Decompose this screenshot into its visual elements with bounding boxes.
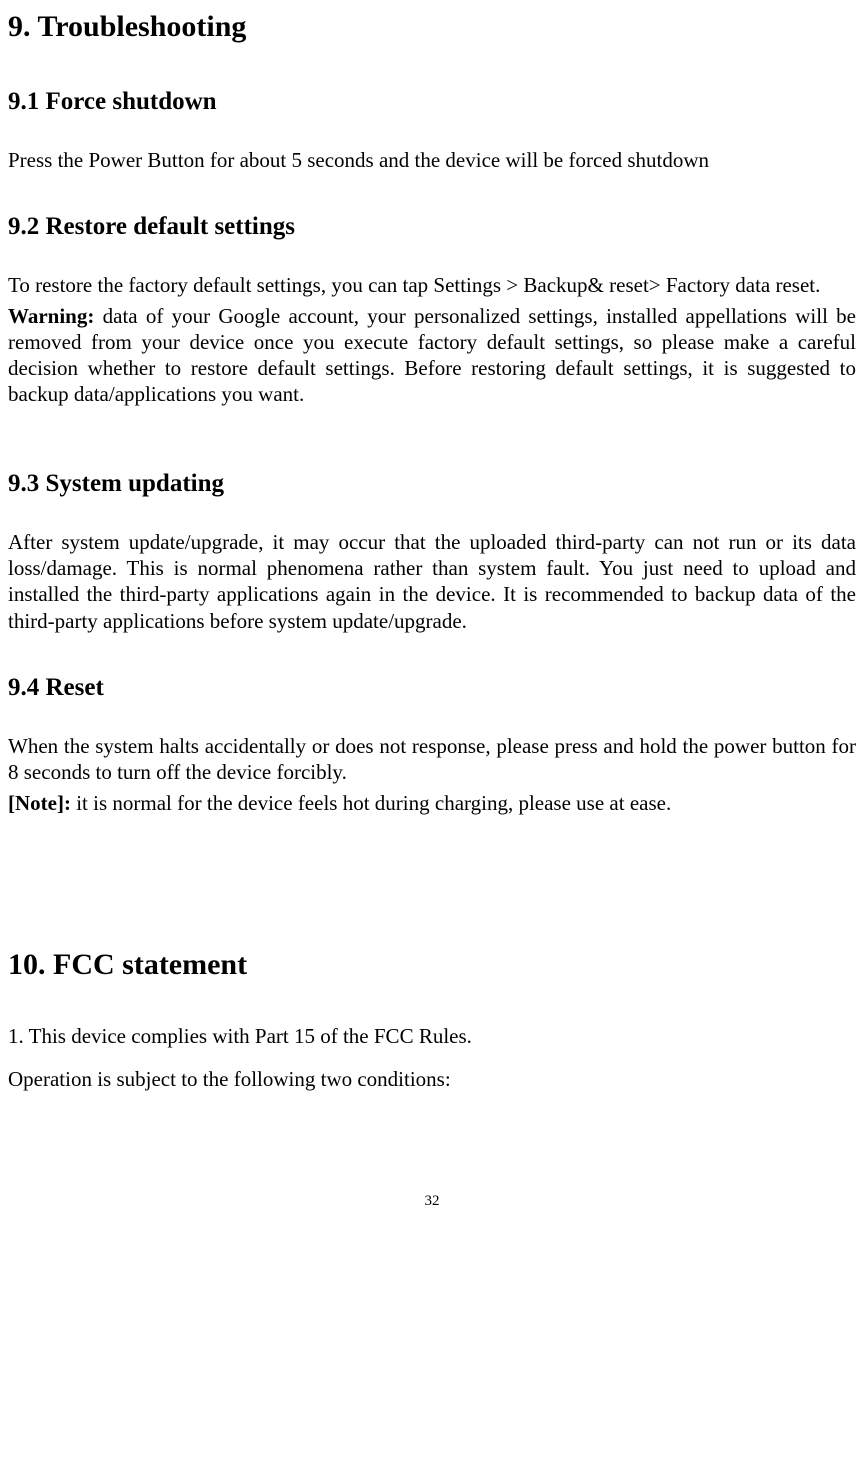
paragraph: Operation is subject to the following tw… <box>8 1066 856 1092</box>
chapter-heading-10: 10. FCC statement <box>8 946 856 984</box>
paragraph: Press the Power Button for about 5 secon… <box>8 147 856 173</box>
section-heading-9-1: 9.1 Force shutdown <box>8 86 856 117</box>
note-paragraph: [Note]: it is normal for the device feel… <box>8 790 856 816</box>
note-label: [Note]: <box>8 791 71 815</box>
section-heading-9-2: 9.2 Restore default settings <box>8 211 856 242</box>
paragraph: 1. This device complies with Part 15 of … <box>8 1023 856 1049</box>
paragraph: To restore the factory default settings,… <box>8 272 856 298</box>
warning-text: data of your Google account, your person… <box>8 304 856 407</box>
section-heading-9-4: 9.4 Reset <box>8 672 856 703</box>
section-heading-9-3: 9.3 System updating <box>8 468 856 499</box>
note-text: it is normal for the device feels hot du… <box>71 791 671 815</box>
page-number: 32 <box>8 1192 856 1211</box>
warning-label: Warning: <box>8 304 94 328</box>
warning-paragraph: Warning: data of your Google account, yo… <box>8 303 856 408</box>
paragraph: After system update/upgrade, it may occu… <box>8 529 856 634</box>
chapter-heading: 9. Troubleshooting <box>8 8 856 46</box>
paragraph: When the system halts accidentally or do… <box>8 733 856 786</box>
